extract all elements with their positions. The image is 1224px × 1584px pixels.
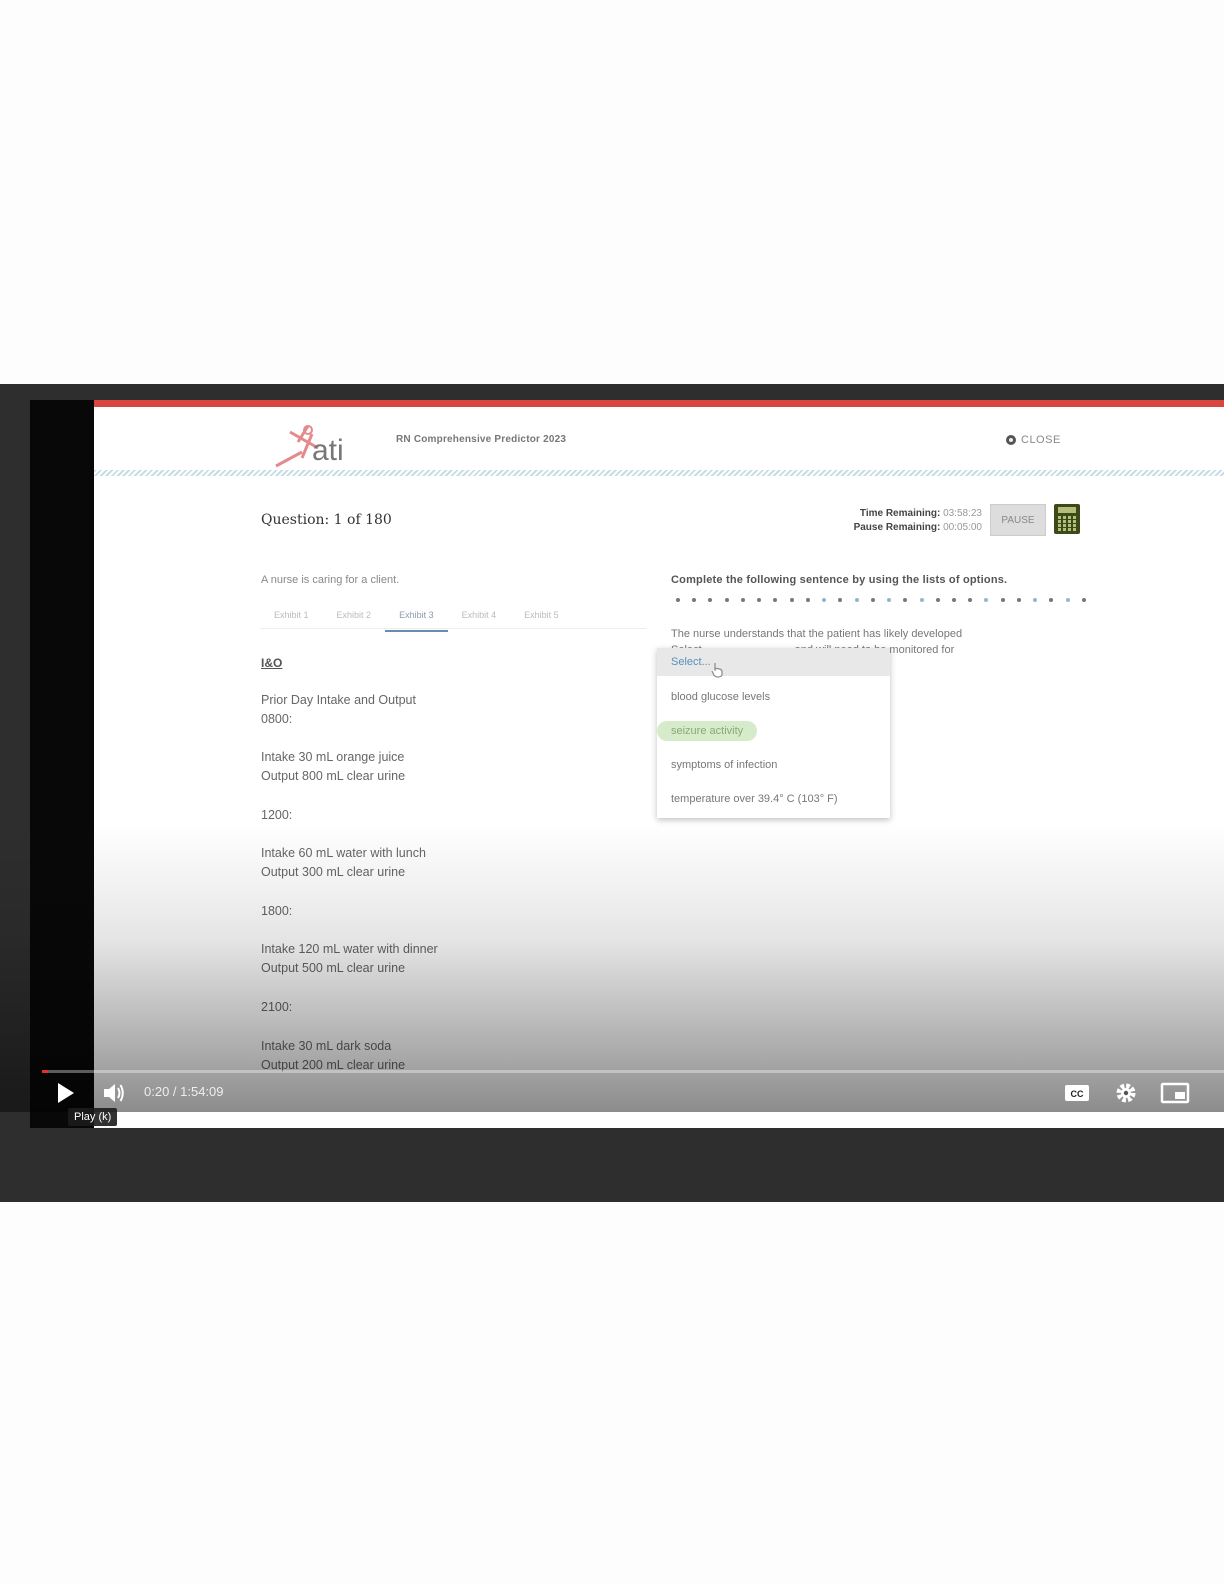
logo-text: ati bbox=[312, 434, 344, 467]
dropdown-option[interactable]: blood glucose levels bbox=[657, 680, 890, 714]
svg-text:CC: CC bbox=[1071, 1089, 1084, 1099]
section-heading: I&O bbox=[261, 656, 283, 670]
hand-cursor-icon bbox=[711, 663, 723, 678]
settings-icon[interactable] bbox=[1114, 1080, 1138, 1106]
time-remaining-value: 03:58:23 bbox=[943, 508, 982, 519]
dropdown-placeholder[interactable]: Select... bbox=[657, 648, 890, 676]
cc-icon[interactable]: CC bbox=[1064, 1080, 1090, 1106]
options-dropdown[interactable]: Select... blood glucose levels seizure a… bbox=[657, 648, 890, 818]
tab-exhibit-4[interactable]: Exhibit 4 bbox=[448, 604, 511, 630]
sentence-line-1: The nurse understands that the patient h… bbox=[671, 628, 963, 640]
time-remaining-label: Time Remaining: bbox=[859, 508, 941, 519]
video-progress-bar[interactable] bbox=[42, 1070, 1224, 1073]
io-line: Output 500 mL clear urine bbox=[261, 961, 406, 975]
timer-panel: Time Remaining: 03:58:23 Pause Remaining… bbox=[814, 507, 982, 535]
play-icon[interactable] bbox=[56, 1080, 76, 1106]
question-counter: Question: 1 of 180 bbox=[261, 512, 392, 528]
io-line: Intake 60 mL water with lunch bbox=[261, 846, 426, 860]
video-screen: ati RN Comprehensive Predictor 2023 CLOS… bbox=[94, 400, 1224, 1128]
io-line: 1800: bbox=[261, 904, 293, 918]
io-line: Output 300 mL clear urine bbox=[261, 865, 406, 879]
io-line: Output 800 mL clear urine bbox=[261, 769, 406, 783]
pause-remaining-value: 00:05:00 bbox=[943, 522, 982, 533]
close-button[interactable]: CLOSE bbox=[1006, 434, 1061, 446]
io-line: 1200: bbox=[261, 808, 293, 822]
play-tooltip: Play (k) bbox=[68, 1108, 118, 1126]
dropdown-option[interactable]: temperature over 39.4° C (103° F) bbox=[657, 782, 890, 816]
header-accent-bar bbox=[94, 400, 1224, 407]
video-letterbox bbox=[30, 400, 94, 1128]
progress-dots bbox=[676, 598, 1086, 604]
tab-exhibit-1[interactable]: Exhibit 1 bbox=[260, 604, 323, 630]
video-player[interactable]: ati RN Comprehensive Predictor 2023 CLOS… bbox=[0, 384, 1224, 1202]
io-line: Intake 30 mL dark soda bbox=[261, 1039, 392, 1053]
io-line: Intake 30 mL orange juice bbox=[261, 750, 405, 764]
volume-icon[interactable] bbox=[102, 1080, 126, 1106]
video-progress-fill bbox=[42, 1070, 48, 1073]
io-line: 0800: bbox=[261, 712, 293, 726]
miniplayer-icon[interactable] bbox=[1160, 1080, 1190, 1106]
io-line: Prior Day Intake and Output bbox=[261, 693, 416, 707]
calculator-icon[interactable] bbox=[1054, 504, 1080, 534]
dropdown-option-highlighted[interactable]: seizure activity bbox=[657, 714, 890, 748]
dropdown-option[interactable]: symptoms of infection bbox=[657, 748, 890, 782]
pause-button[interactable]: PAUSE bbox=[990, 504, 1046, 536]
question-intro: A nurse is caring for a client. bbox=[261, 574, 400, 586]
exam-title: RN Comprehensive Predictor 2023 bbox=[396, 434, 567, 445]
io-line: 2100: bbox=[261, 1000, 293, 1014]
pause-remaining-label: Pause Remaining: bbox=[853, 522, 941, 533]
close-icon bbox=[1006, 435, 1016, 445]
tab-exhibit-2[interactable]: Exhibit 2 bbox=[323, 604, 386, 630]
time-display: 0:20 / 1:54:09 bbox=[144, 1084, 224, 1099]
tab-exhibit-5[interactable]: Exhibit 5 bbox=[510, 604, 573, 630]
exhibit-tabs: Exhibit 1 Exhibit 2 Exhibit 3 Exhibit 4 … bbox=[260, 604, 646, 632]
close-label: CLOSE bbox=[1021, 434, 1061, 446]
tab-exhibit-3[interactable]: Exhibit 3 bbox=[385, 604, 448, 632]
question-instruction: Complete the following sentence by using… bbox=[671, 574, 1008, 586]
io-line: Intake 120 mL water with dinner bbox=[261, 942, 438, 956]
header-divider bbox=[94, 470, 1224, 476]
